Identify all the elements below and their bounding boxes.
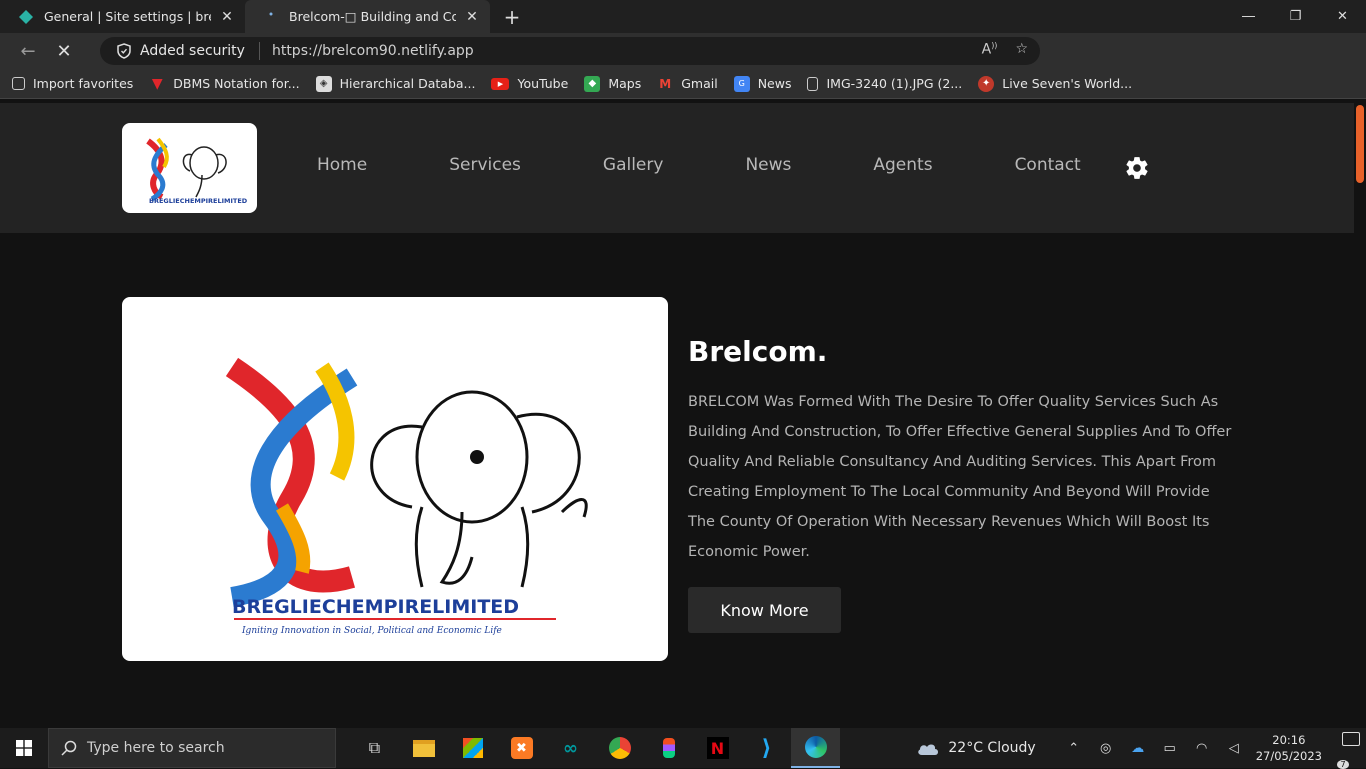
search-placeholder: Type here to search bbox=[87, 740, 225, 756]
file-icon bbox=[807, 76, 819, 91]
close-window-icon[interactable]: ✕ bbox=[1319, 0, 1366, 33]
bookmark-img[interactable]: IMG-3240 (1).JPG (2... bbox=[807, 76, 962, 91]
netflix-icon[interactable]: N bbox=[693, 728, 742, 768]
web-page: BREGLIECHEMPIRELIMITED Home Services Gal… bbox=[0, 103, 1366, 728]
minimize-icon[interactable]: ― bbox=[1225, 0, 1272, 33]
close-tab-icon[interactable]: ✕ bbox=[219, 9, 235, 25]
weather-widget[interactable]: 22°C Cloudy bbox=[916, 740, 1036, 756]
wifi-icon[interactable]: ◠ bbox=[1186, 741, 1218, 756]
tab-title: General | Site settings | brelcom9 bbox=[44, 9, 211, 24]
shield-icon bbox=[117, 43, 131, 59]
import-icon bbox=[12, 77, 25, 90]
windows-logo-icon bbox=[16, 740, 32, 756]
hero-title: Brelcom. bbox=[688, 335, 828, 368]
address-bar[interactable]: Added security https://brelcom90.netlify… bbox=[100, 37, 1040, 65]
clock-date: 27/05/2023 bbox=[1255, 749, 1322, 763]
window-controls: ― ❐ ✕ bbox=[1225, 0, 1366, 33]
file-explorer-icon[interactable] bbox=[399, 728, 448, 768]
bookmark-maps[interactable]: ◆ Maps bbox=[584, 75, 641, 92]
weather-text: 22°C Cloudy bbox=[948, 740, 1036, 756]
stop-loading-icon[interactable]: ✕ bbox=[46, 33, 82, 69]
battery-icon[interactable]: ▭ bbox=[1154, 741, 1186, 756]
arduino-icon[interactable]: ∞ bbox=[546, 728, 595, 768]
vscode-icon[interactable]: ⟩ bbox=[742, 728, 791, 768]
security-indicator[interactable]: Added security bbox=[116, 42, 260, 60]
brand-logo-graphic: BREGLIECHEMPIRELIMITED bbox=[146, 137, 248, 205]
start-button[interactable] bbox=[0, 728, 48, 768]
logo-caption: BREGLIECHEMPIRELIMITED bbox=[232, 596, 519, 618]
page-scrollbar[interactable] bbox=[1354, 103, 1366, 728]
scrollbar-thumb[interactable] bbox=[1356, 105, 1364, 183]
notification-count-badge: 7 bbox=[1337, 759, 1349, 769]
news-icon: G bbox=[733, 75, 750, 92]
bookmark-hierarchical[interactable]: ◈ Hierarchical Databa... bbox=[315, 75, 475, 92]
search-icon bbox=[61, 740, 77, 756]
nav-services[interactable]: Services bbox=[449, 155, 521, 175]
volume-icon[interactable]: ◁ bbox=[1218, 741, 1250, 756]
netlify-icon bbox=[19, 9, 33, 24]
security-label: Added security bbox=[140, 43, 245, 59]
bookmark-live-seven[interactable]: ✦ Live Seven's World... bbox=[978, 75, 1132, 92]
nav-agents[interactable]: Agents bbox=[873, 155, 932, 175]
read-aloud-icon[interactable]: A)) bbox=[982, 41, 998, 58]
add-favorite-icon[interactable]: ☆ bbox=[1015, 41, 1028, 58]
new-tab-button[interactable]: + bbox=[496, 5, 528, 29]
url-text: https://brelcom90.netlify.app bbox=[271, 43, 474, 59]
nav-home[interactable]: Home bbox=[317, 155, 367, 175]
loading-dot-icon bbox=[269, 12, 273, 15]
hero-logo-image: BREGLIECHEMPIRELIMITED Igniting Innovati… bbox=[122, 297, 668, 661]
browser-tab-bar: General | Site settings | brelcom9 ✕ Bre… bbox=[0, 0, 1366, 33]
taskbar-search-input[interactable]: Type here to search bbox=[48, 728, 336, 768]
onedrive-icon[interactable]: ☁ bbox=[1122, 741, 1154, 756]
edge-icon[interactable] bbox=[791, 728, 840, 768]
hierarchical-icon: ◈ bbox=[315, 75, 332, 92]
hero-description: BRELCOM Was Formed With The Desire To Of… bbox=[688, 394, 1232, 560]
nav-gallery[interactable]: Gallery bbox=[603, 155, 664, 175]
notification-center-icon[interactable]: 7 bbox=[1336, 731, 1366, 769]
youtube-icon: ▶ bbox=[491, 77, 510, 90]
know-more-button[interactable]: Know More bbox=[688, 587, 841, 633]
bookmark-dbms[interactable]: ▼ DBMS Notation for... bbox=[149, 75, 300, 92]
bookmark-gmail[interactable]: M Gmail bbox=[657, 76, 717, 92]
microsoft-store-icon[interactable] bbox=[448, 728, 497, 768]
tab-title: Brelcom-□ Building and Constru bbox=[289, 9, 456, 24]
figma-icon[interactable] bbox=[644, 728, 693, 768]
chevron-up-icon[interactable]: ⌃ bbox=[1058, 741, 1090, 756]
logo-wordmark: BREGLIECHEMPIRELIMITED bbox=[149, 197, 248, 205]
bookmark-news[interactable]: G News bbox=[733, 75, 791, 92]
site-logo[interactable]: BREGLIECHEMPIRELIMITED bbox=[122, 123, 257, 213]
clock-time: 20:16 bbox=[1272, 733, 1306, 747]
chrome-icon[interactable] bbox=[595, 728, 644, 768]
bookmark-youtube[interactable]: ▶ YouTube bbox=[491, 76, 568, 91]
maps-icon: ◆ bbox=[584, 75, 601, 92]
gmail-icon: M bbox=[659, 76, 672, 91]
favorites-bar: Import favorites ▼ DBMS Notation for... ◈… bbox=[0, 69, 1366, 99]
logo-tagline: Igniting Innovation in Social, Political… bbox=[241, 626, 502, 636]
bookmark-import-favorites[interactable]: Import favorites bbox=[12, 76, 133, 91]
tab-site-settings[interactable]: General | Site settings | brelcom9 ✕ bbox=[0, 0, 245, 33]
restore-icon[interactable]: ❐ bbox=[1272, 0, 1319, 33]
tab-brelcom[interactable]: Brelcom-□ Building and Constru ✕ bbox=[245, 0, 490, 33]
close-tab-icon[interactable]: ✕ bbox=[464, 9, 480, 25]
main-nav: Home Services Gallery News Agents Contac… bbox=[317, 155, 1081, 175]
nav-news[interactable]: News bbox=[745, 155, 791, 175]
address-bar-row: ← ✕ Added security https://brelcom90.net… bbox=[0, 33, 1366, 98]
xampp-icon[interactable]: ✖ bbox=[497, 728, 546, 768]
settings-gear-icon[interactable] bbox=[1124, 155, 1150, 181]
nav-contact[interactable]: Contact bbox=[1015, 155, 1081, 175]
task-view-icon[interactable]: ⧉ bbox=[350, 728, 399, 768]
back-arrow-icon[interactable]: ← bbox=[10, 33, 46, 69]
dbms-icon: ▼ bbox=[151, 75, 163, 92]
webcam-icon[interactable]: ◎ bbox=[1090, 741, 1122, 756]
system-tray: 22°C Cloudy ⌃ ◎ ☁ ▭ ◠ ◁ 20:16 27/05/2023… bbox=[916, 728, 1366, 769]
cloud-icon bbox=[918, 744, 939, 755]
system-clock[interactable]: 20:16 27/05/2023 bbox=[1256, 732, 1322, 764]
live-seven-icon: ✦ bbox=[978, 75, 995, 92]
windows-taskbar: Type here to search ⧉ ✖ ∞ N ⟩ 22°C Cloud… bbox=[0, 728, 1366, 769]
site-header: BREGLIECHEMPIRELIMITED Home Services Gal… bbox=[0, 103, 1354, 233]
company-logo-graphic: BREGLIECHEMPIRELIMITED Igniting Innovati… bbox=[225, 357, 588, 636]
